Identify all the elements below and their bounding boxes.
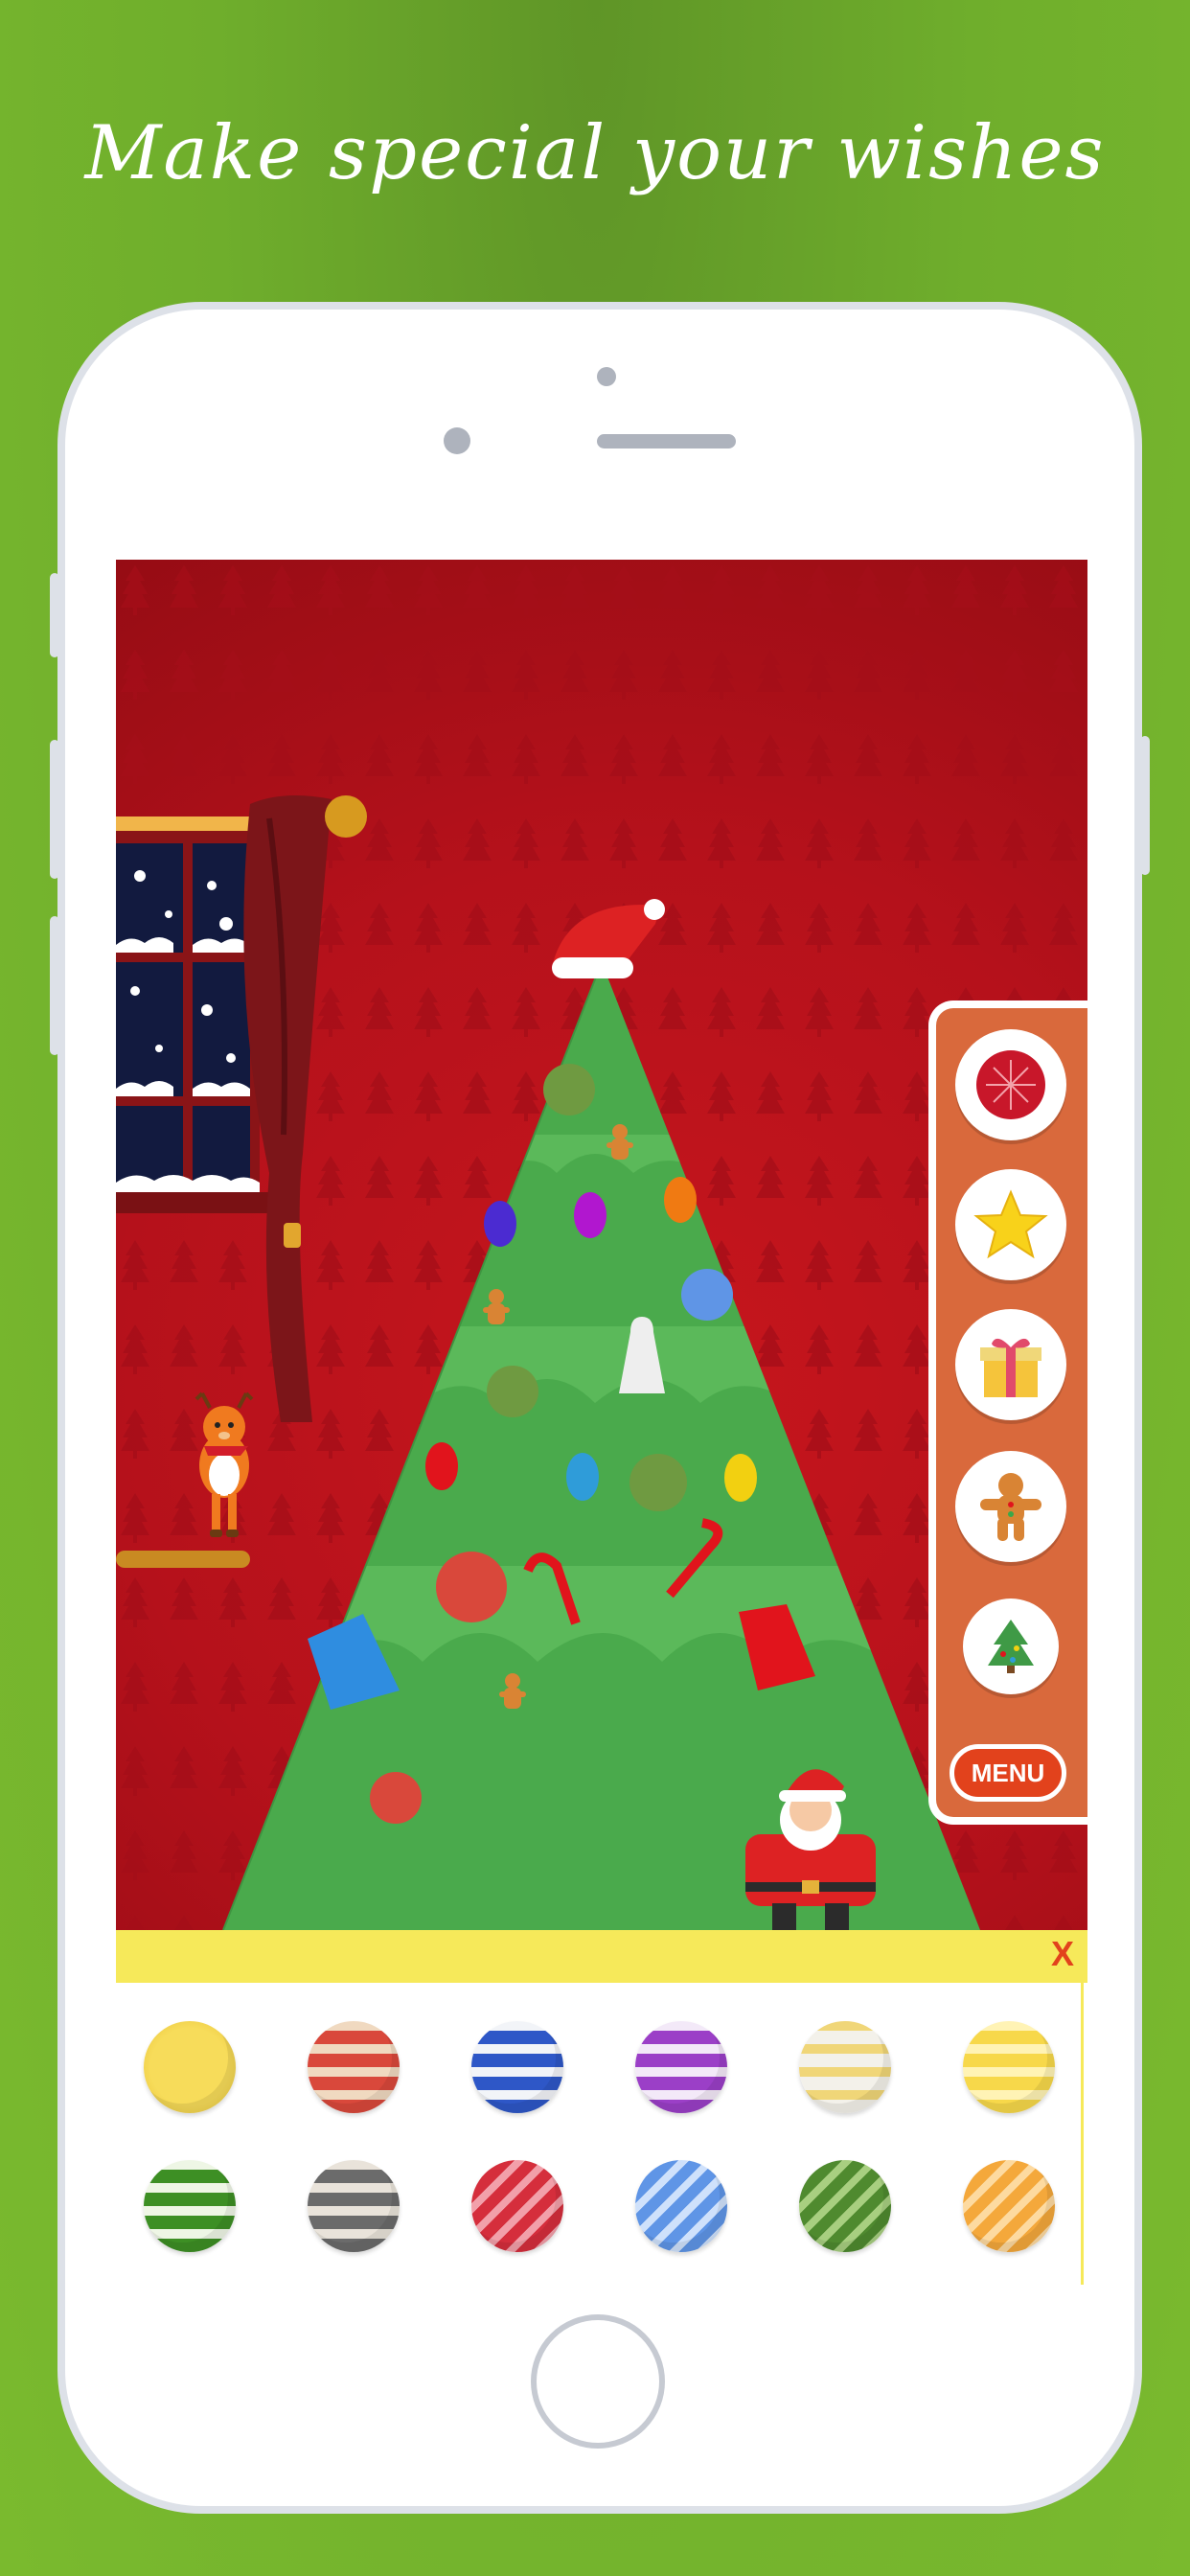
ball-red-diagonal[interactable] [471,2160,563,2252]
star-icon [973,1189,1048,1259]
mute-switch [50,573,59,657]
headline: Make special your wishes [84,110,1106,196]
speaker-grille [597,434,736,448]
ball-lightblue-diagonal[interactable] [635,2160,727,2252]
ball-gray-stripes[interactable] [308,2160,400,2252]
close-tray-button[interactable]: X [1051,1934,1074,1974]
ball-olive-diagonal[interactable] [799,2160,891,2252]
tray-header: X [116,1930,1087,1983]
power-button [1140,736,1150,875]
gingerbread-man-icon [980,1473,1041,1541]
ball-yellow-stripes[interactable] [963,2021,1055,2113]
category-ornaments-button[interactable] [955,1029,1066,1140]
christmas-scene: MENU [116,560,1087,1930]
category-tree-button[interactable] [963,1598,1059,1694]
ball-orange-diagonal[interactable] [963,2160,1055,2252]
volume-up-button [50,740,59,879]
ball-yellow-snowflake[interactable] [144,2021,236,2113]
volume-down-button [50,916,59,1055]
ornament-ball-icon [976,1050,1045,1119]
ball-blue-stripes[interactable] [471,2021,563,2113]
sensor [597,367,616,386]
gift-box-icon [980,1338,1041,1397]
ornament-tray [116,1983,1084,2285]
menu-button[interactable]: MENU [950,1744,1066,1802]
home-button[interactable] [531,2314,665,2449]
ball-green-stripes[interactable] [144,2160,236,2252]
category-gifts-button[interactable] [955,1309,1066,1420]
ball-purple-stripes[interactable] [635,2021,727,2113]
ball-white-stripes[interactable] [799,2021,891,2113]
christmas-tree-icon [988,1620,1034,1673]
side-category-panel: MENU [928,1000,1087,1825]
front-camera [444,427,470,454]
category-stars-button[interactable] [955,1169,1066,1280]
category-gingerbread-button[interactable] [955,1451,1066,1562]
app-screen: MENU X [116,560,1087,2285]
ball-red-stripes[interactable] [308,2021,400,2113]
